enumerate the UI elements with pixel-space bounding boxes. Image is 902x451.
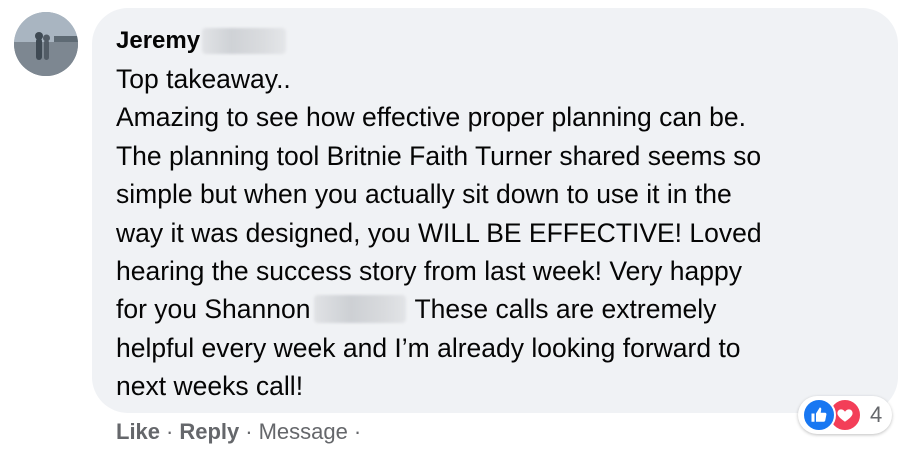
reply-link[interactable]: Reply xyxy=(179,418,239,446)
comment-line: helpful every week and I’m already looki… xyxy=(116,332,741,363)
mention-prefix: for you Shannon xyxy=(116,294,311,325)
comment-line-mention: for you Shannon These calls are extremely xyxy=(116,290,876,328)
redacted-surname xyxy=(202,28,287,54)
comment-text: Top takeaway.. Amazing to see how effect… xyxy=(116,60,876,406)
like-icon xyxy=(802,398,836,432)
reaction-count: 4 xyxy=(870,402,883,427)
comment-line: way it was designed, you WILL BE EFFECTI… xyxy=(116,217,762,248)
avatar[interactable] xyxy=(14,12,78,76)
avatar-photo xyxy=(14,12,78,76)
message-link[interactable]: Message xyxy=(259,418,348,446)
comment-line: hearing the success story from last week… xyxy=(116,255,742,286)
like-link[interactable]: Like xyxy=(116,418,160,446)
redacted-mention xyxy=(314,295,407,324)
separator: · xyxy=(166,419,174,444)
comment-author[interactable]: Jeremy xyxy=(116,26,287,56)
comment-line: The planning tool Britnie Faith Turner s… xyxy=(116,140,762,171)
reaction-summary[interactable]: 4 xyxy=(798,396,893,434)
author-name[interactable]: Jeremy xyxy=(116,26,200,56)
mention-suffix: These calls are extremely xyxy=(414,294,717,325)
comment-line: simple but when you actually sit down to… xyxy=(116,179,732,210)
comment-line: next weeks call! xyxy=(116,371,304,402)
comment-actions: Like · Reply · Message · xyxy=(116,418,367,446)
comment-line: Top takeaway.. xyxy=(116,64,291,94)
separator: · xyxy=(353,419,362,444)
comment-line: Amazing to see how effective proper plan… xyxy=(116,102,747,133)
separator: · xyxy=(245,419,253,444)
